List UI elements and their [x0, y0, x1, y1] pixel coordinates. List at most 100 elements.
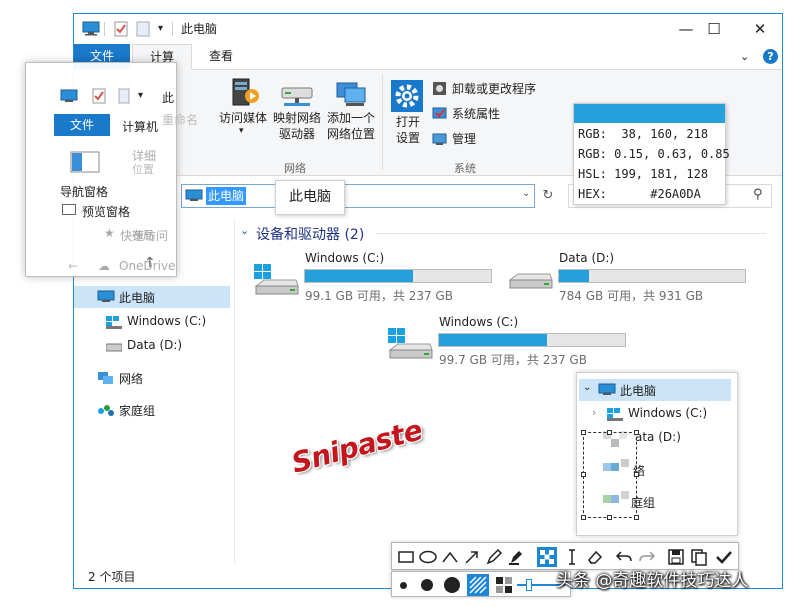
properties-icon[interactable] [114, 21, 128, 37]
drive-tile-windows-c-pasted[interactable]: Windows (C:) 99.7 GB 可用，共 237 GB [386, 315, 636, 368]
resize-handle[interactable] [607, 430, 612, 435]
drive-usage-fill [439, 334, 547, 346]
mosaic-tool-icon[interactable] [537, 547, 557, 567]
computer-icon [598, 383, 616, 395]
add-location-label-1: 添加一个 [326, 111, 375, 125]
title-bar[interactable]: ▾ 此电脑 — ☐ ✕ [74, 14, 782, 44]
access-media-button[interactable]: 访问媒体 ▾ [216, 74, 270, 154]
address-dropdown-icon[interactable]: ⌄ [522, 188, 530, 199]
resize-handle[interactable] [607, 515, 612, 520]
navigation-pane-icon [70, 151, 100, 173]
redo-icon[interactable] [637, 547, 657, 567]
ghost-tab-computer: 计算机 [122, 120, 159, 134]
confirm-check-icon[interactable] [714, 547, 734, 567]
up-arrow-icon: ↑ [144, 255, 156, 271]
windows-drive-icon [607, 408, 623, 421]
computer-icon [185, 189, 203, 201]
new-folder-icon[interactable] [136, 21, 150, 37]
mosaic-options-toolbar [391, 571, 571, 597]
brush-size-large[interactable] [444, 577, 460, 593]
refresh-icon[interactable]: ↻ [538, 186, 558, 206]
drive-name: Data (D:) [559, 251, 615, 265]
color-picker-info: RGB: 38, 160, 218 RGB: 0.15, 0.63, 0.85 … [573, 103, 730, 205]
color-hex: HEX: #26A0DA [578, 187, 701, 201]
group-network-label: 网络 [284, 162, 306, 175]
star-icon: ★ [104, 226, 115, 240]
copy-icon[interactable] [689, 547, 709, 567]
mosaic-mode-icon[interactable] [495, 576, 513, 594]
ghost-title-fragment: 此 [162, 91, 175, 105]
open-settings-label-2: 设置 [395, 131, 420, 145]
resize-handle[interactable] [581, 430, 586, 435]
ribbon-collapse-icon[interactable]: ⌄ [740, 50, 749, 63]
eraser-tool-icon[interactable] [585, 547, 605, 567]
resize-handle[interactable] [581, 515, 586, 520]
undo-icon[interactable] [614, 547, 634, 567]
pencil-tool-icon[interactable] [484, 547, 504, 567]
section-chevron-icon[interactable]: ⌄ [240, 224, 249, 237]
nav-item-label: 此电脑 [119, 291, 156, 305]
section-divider [376, 233, 766, 234]
new-folder-icon [118, 88, 130, 104]
media-server-icon [232, 78, 259, 106]
brush-size-medium[interactable] [421, 579, 433, 591]
nav-item-label: Windows (C:) [127, 314, 207, 328]
quick-access-dropdown-icon[interactable]: ▾ [158, 23, 163, 34]
nav-item-label: 网络 [119, 372, 144, 386]
rectangle-tool-icon[interactable] [396, 547, 416, 567]
pasted-screenshot-ghost[interactable]: ▾ 此 文件 计算机 重命名 详细 位置 导航窗格 预览窗格 布局 ★ 快速访问… [25, 62, 198, 277]
nav-pane-divider [234, 218, 235, 564]
back-arrow-icon: ← [68, 259, 79, 273]
window-title: 此电脑 [181, 22, 218, 36]
cloud-icon: ☁ [98, 259, 110, 273]
drive-usage-fill [559, 270, 589, 282]
map-network-drive-button[interactable]: 映射网络 驱动器 [270, 74, 324, 154]
expand-right-icon: › [592, 406, 597, 419]
drive-tile-data-d[interactable]: Data (D:) 784 GB 可用，共 931 GB [506, 251, 756, 304]
ellipse-tool-icon[interactable] [418, 547, 438, 567]
resize-handle[interactable] [634, 515, 639, 520]
group-system-label: 系统 [454, 162, 476, 175]
drive-space-text: 99.1 GB 可用，共 237 GB [305, 289, 453, 303]
search-icon: ⚲ [753, 187, 763, 202]
save-icon[interactable] [666, 547, 686, 567]
drive-name: Windows (C:) [305, 251, 385, 265]
add-location-label-2: 网络位置 [326, 127, 375, 141]
drive-tile-windows-c[interactable]: Windows (C:) 99.1 GB 可用，共 237 GB [252, 251, 502, 304]
ghost-quick-access: 快速访问 [120, 229, 169, 243]
drive-usage-bar [558, 269, 746, 283]
ghost-tab-file: 文件 [54, 114, 110, 136]
resize-handle[interactable] [634, 472, 639, 477]
add-network-location-button[interactable]: 添加一个 网络位置 [324, 74, 378, 154]
computer-icon [60, 89, 78, 102]
intensity-slider-thumb[interactable] [526, 579, 532, 591]
drive-name: Windows (C:) [439, 315, 519, 329]
tab-view[interactable]: 查看 [196, 44, 246, 69]
mosaic-selection-rect[interactable] [583, 432, 637, 518]
open-settings-button[interactable]: 打开 设置 [388, 74, 428, 154]
drive-usage-fill [305, 270, 413, 282]
close-button[interactable]: ✕ [740, 16, 780, 42]
panel-data-d: ata (D:) [635, 430, 681, 444]
marker-tool-icon[interactable] [506, 547, 526, 567]
system-properties-label: 系统属性 [452, 107, 501, 121]
manage-icon [432, 133, 447, 145]
address-path: 此电脑 [206, 187, 247, 205]
system-properties-icon [432, 107, 447, 119]
address-bar[interactable]: 此电脑 ⌄ [181, 184, 535, 208]
brush-size-small[interactable] [400, 582, 407, 589]
resize-handle[interactable] [634, 430, 639, 435]
maximize-button[interactable]: ☐ [694, 16, 734, 42]
expand-down-icon: ⌄ [583, 382, 592, 393]
help-icon[interactable]: ? [763, 49, 778, 64]
dropdown-arrow-icon: ▾ [138, 90, 144, 101]
windows-drive-icon [388, 328, 433, 359]
properties-icon [92, 88, 106, 104]
resize-handle[interactable] [581, 472, 586, 477]
polyline-tool-icon[interactable] [440, 547, 460, 567]
watermark-text: 头条 @奇趣软件技巧达人 [556, 571, 749, 591]
blur-mode-icon[interactable] [467, 574, 489, 596]
text-tool-icon[interactable] [562, 547, 582, 567]
arrow-tool-icon[interactable] [462, 547, 482, 567]
section-title[interactable]: 设备和驱动器 (2) [256, 224, 364, 244]
